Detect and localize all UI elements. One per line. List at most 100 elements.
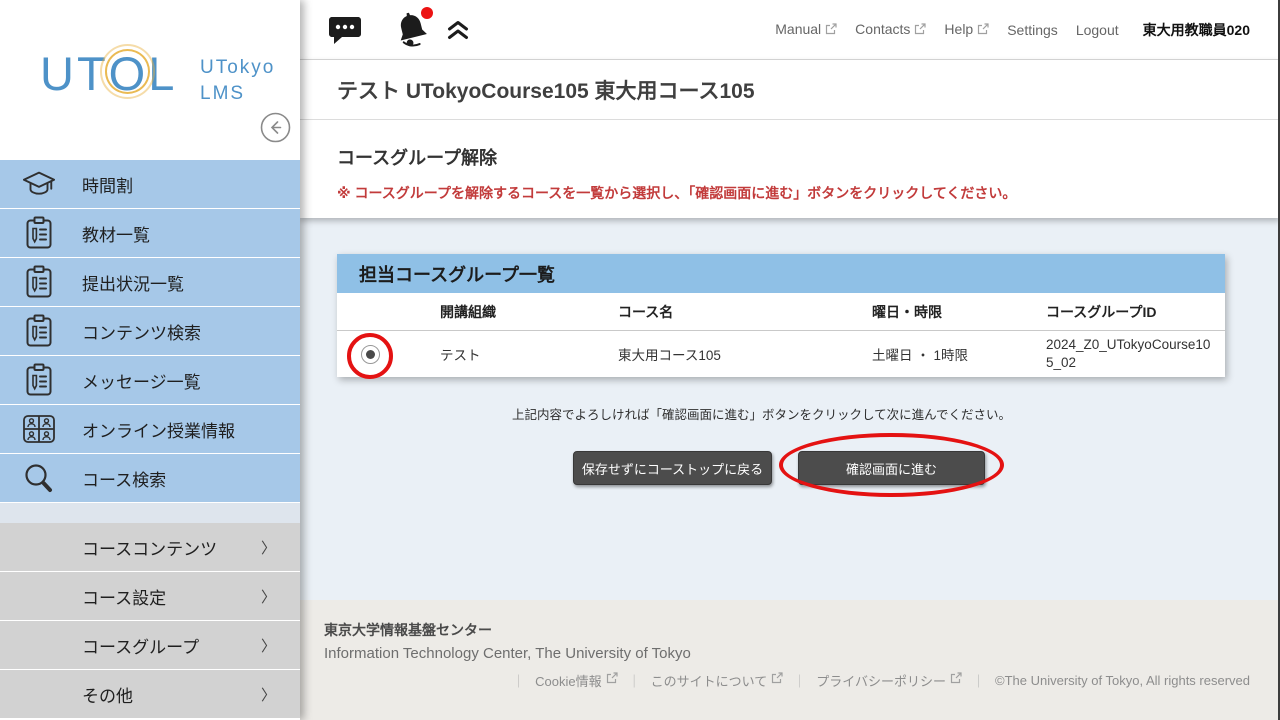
nav-link-label: Contacts: [855, 21, 910, 37]
sidebar-item-others[interactable]: その他 〉: [0, 670, 300, 718]
column-header: 曜日・時限: [872, 302, 1046, 322]
course-radio-selected[interactable]: [361, 345, 380, 364]
clipboard-icon: [22, 314, 56, 348]
sidebar-item-label: その他: [82, 682, 133, 707]
external-link-icon: [914, 22, 926, 38]
footer-links: ｜ Cookie情報 ｜ このサイトについて: [324, 671, 1250, 690]
column-header: 開講組織: [440, 302, 618, 322]
footer-separator: ｜: [972, 671, 985, 690]
topbar-icons: [328, 10, 470, 50]
sidebar-group-divider: [0, 503, 300, 523]
back-arrow-circle-icon: [260, 131, 291, 146]
footer-link-cookie[interactable]: Cookie情報: [535, 671, 617, 690]
search-icon: [22, 461, 56, 495]
instruction-note: ※ コースグループを解除するコースを一覧から選択し、「確認画面に進む」ボタンをク…: [337, 183, 1280, 203]
cell-group-id: 2024_Z0_UTokyoCourse105_02: [1046, 336, 1225, 371]
nav-link-manual[interactable]: Manual: [775, 21, 837, 38]
graduation-cap-icon: [22, 167, 56, 201]
sidebar-item-course-search[interactable]: コース検索: [0, 454, 300, 502]
sidebar-item-content-search[interactable]: コンテンツ検索: [0, 307, 300, 355]
logo-subtitle-line2: LMS: [200, 81, 275, 107]
sidebar-item-online-class-info[interactable]: オンライン授業情報: [0, 405, 300, 453]
external-link-icon: [606, 672, 618, 687]
sidebar-item-label: コンテンツ検索: [82, 319, 201, 344]
clipboard-icon: [22, 216, 56, 250]
nav-link-contacts[interactable]: Contacts: [855, 21, 926, 38]
message-icon[interactable]: [328, 15, 362, 45]
main-area: Manual Contacts He: [300, 0, 1280, 720]
panel-title: 担当コースグループ一覧: [337, 254, 1225, 293]
logo-area: UTOL UTokyo LMS: [0, 0, 300, 160]
sidebar-item-label: 時間割: [82, 172, 133, 197]
footer-link-label: Cookie情報: [535, 671, 601, 690]
topbar-nav: Manual Contacts He: [775, 20, 1250, 40]
footer-copyright: ©The University of Tokyo, All rights res…: [995, 673, 1250, 688]
external-link-icon: [771, 672, 783, 687]
chevron-right-icon: 〉: [261, 537, 276, 558]
external-link-icon: [825, 22, 837, 38]
footer-link-about[interactable]: このサイトについて: [651, 671, 784, 690]
sidebar-item-course-settings[interactable]: コース設定 〉: [0, 572, 300, 620]
radio-dot: [366, 350, 375, 359]
column-header: コース名: [618, 302, 872, 322]
sidebar: UTOL UTokyo LMS: [0, 0, 300, 720]
sidebar-item-label: コースコンテンツ: [82, 535, 217, 560]
footer-link-label: このサイトについて: [651, 671, 768, 690]
proceed-to-confirm-button[interactable]: 確認画面に進む: [798, 451, 985, 485]
sidebar-item-course-group[interactable]: コースグループ 〉: [0, 621, 300, 669]
course-title-row: テスト UTokyoCourse105 東大用コース105: [300, 60, 1280, 120]
back-to-course-top-button[interactable]: 保存せずにコーストップに戻る: [573, 451, 772, 485]
sidebar-item-label: コースグループ: [82, 633, 199, 658]
username: 東大用教職員020: [1143, 20, 1250, 40]
column-header: コースグループID: [1046, 302, 1225, 322]
table-row: テスト 東大用コース105 土曜日 ・ 1時限 2024_Z0_UTokyoCo…: [337, 331, 1225, 377]
collapse-up-icon[interactable]: [446, 18, 470, 42]
sidebar-item-course-contents[interactable]: コースコンテンツ 〉: [0, 523, 300, 571]
footer-link-label: プライバシーポリシー: [816, 671, 946, 690]
sidebar-main-menu: 時間割 教材一覧: [0, 160, 300, 502]
sidebar-item-submission-status[interactable]: 提出状況一覧: [0, 258, 300, 306]
external-link-icon: [950, 672, 962, 687]
page-header: テスト UTokyoCourse105 東大用コース105 コースグループ解除 …: [300, 60, 1280, 218]
footer-separator: ｜: [628, 671, 641, 690]
chevron-right-icon: 〉: [261, 684, 276, 705]
sidebar-item-timetable[interactable]: 時間割: [0, 160, 300, 208]
sidebar-item-label: コース設定: [82, 584, 166, 609]
nav-link-help[interactable]: Help: [944, 21, 989, 38]
confirm-instruction: 上記内容でよろしければ「確認画面に進む」ボタンをクリックして次に進んでください。: [512, 404, 1011, 423]
sidebar-item-label: メッセージ一覧: [82, 368, 201, 393]
cell-org: テスト: [440, 344, 618, 364]
online-class-icon: [22, 412, 56, 446]
nav-link-settings[interactable]: Settings: [1007, 22, 1058, 38]
logo-subtitle-line1: UTokyo: [200, 55, 275, 81]
sidebar-course-menu: コースコンテンツ 〉 コース設定 〉 コースグループ 〉 その他 〉: [0, 523, 300, 718]
sidebar-collapse-button[interactable]: [260, 112, 291, 143]
footer-separator: ｜: [512, 671, 525, 690]
clipboard-icon: [22, 363, 56, 397]
notification-bell-icon[interactable]: [394, 10, 430, 50]
section-block: コースグループ解除 ※ コースグループを解除するコースを一覧から選択し、「確認画…: [300, 120, 1280, 203]
sidebar-item-message-list[interactable]: メッセージ一覧: [0, 356, 300, 404]
nav-link-logout[interactable]: Logout: [1076, 22, 1119, 38]
utol-screen: UTOL UTokyo LMS: [0, 0, 1280, 720]
logo-subtitle: UTokyo LMS: [200, 55, 275, 106]
nav-link-label: Help: [944, 21, 973, 37]
nav-link-label: Settings: [1007, 22, 1058, 38]
page-title: コースグループ解除: [337, 144, 1280, 170]
logo-o-ring: O: [109, 50, 149, 97]
notification-badge: [421, 7, 433, 19]
footer-org-en: Information Technology Center, The Unive…: [324, 645, 1250, 662]
table-header-row: 開講組織 コース名 曜日・時限 コースグループID: [337, 293, 1225, 331]
clipboard-icon: [22, 265, 56, 299]
sidebar-item-label: 提出状況一覧: [82, 270, 184, 295]
sidebar-item-materials[interactable]: 教材一覧: [0, 209, 300, 257]
utol-logo: UTOL UTokyo LMS: [40, 50, 177, 97]
footer-link-privacy-policy[interactable]: プライバシーポリシー: [816, 671, 962, 690]
logo-text: UTOL: [40, 47, 177, 100]
course-group-panel: 担当コースグループ一覧 開講組織 コース名 曜日・時限 コースグループID テス…: [337, 254, 1225, 377]
content-area: 担当コースグループ一覧 開講組織 コース名 曜日・時限 コースグループID テス…: [300, 218, 1280, 600]
sidebar-item-label: コース検索: [82, 466, 166, 491]
sidebar-item-label: 教材一覧: [82, 221, 150, 246]
course-title: テスト UTokyoCourse105 東大用コース105: [337, 75, 755, 105]
footer-org-ja: 東京大学情報基盤センター: [324, 620, 1250, 640]
